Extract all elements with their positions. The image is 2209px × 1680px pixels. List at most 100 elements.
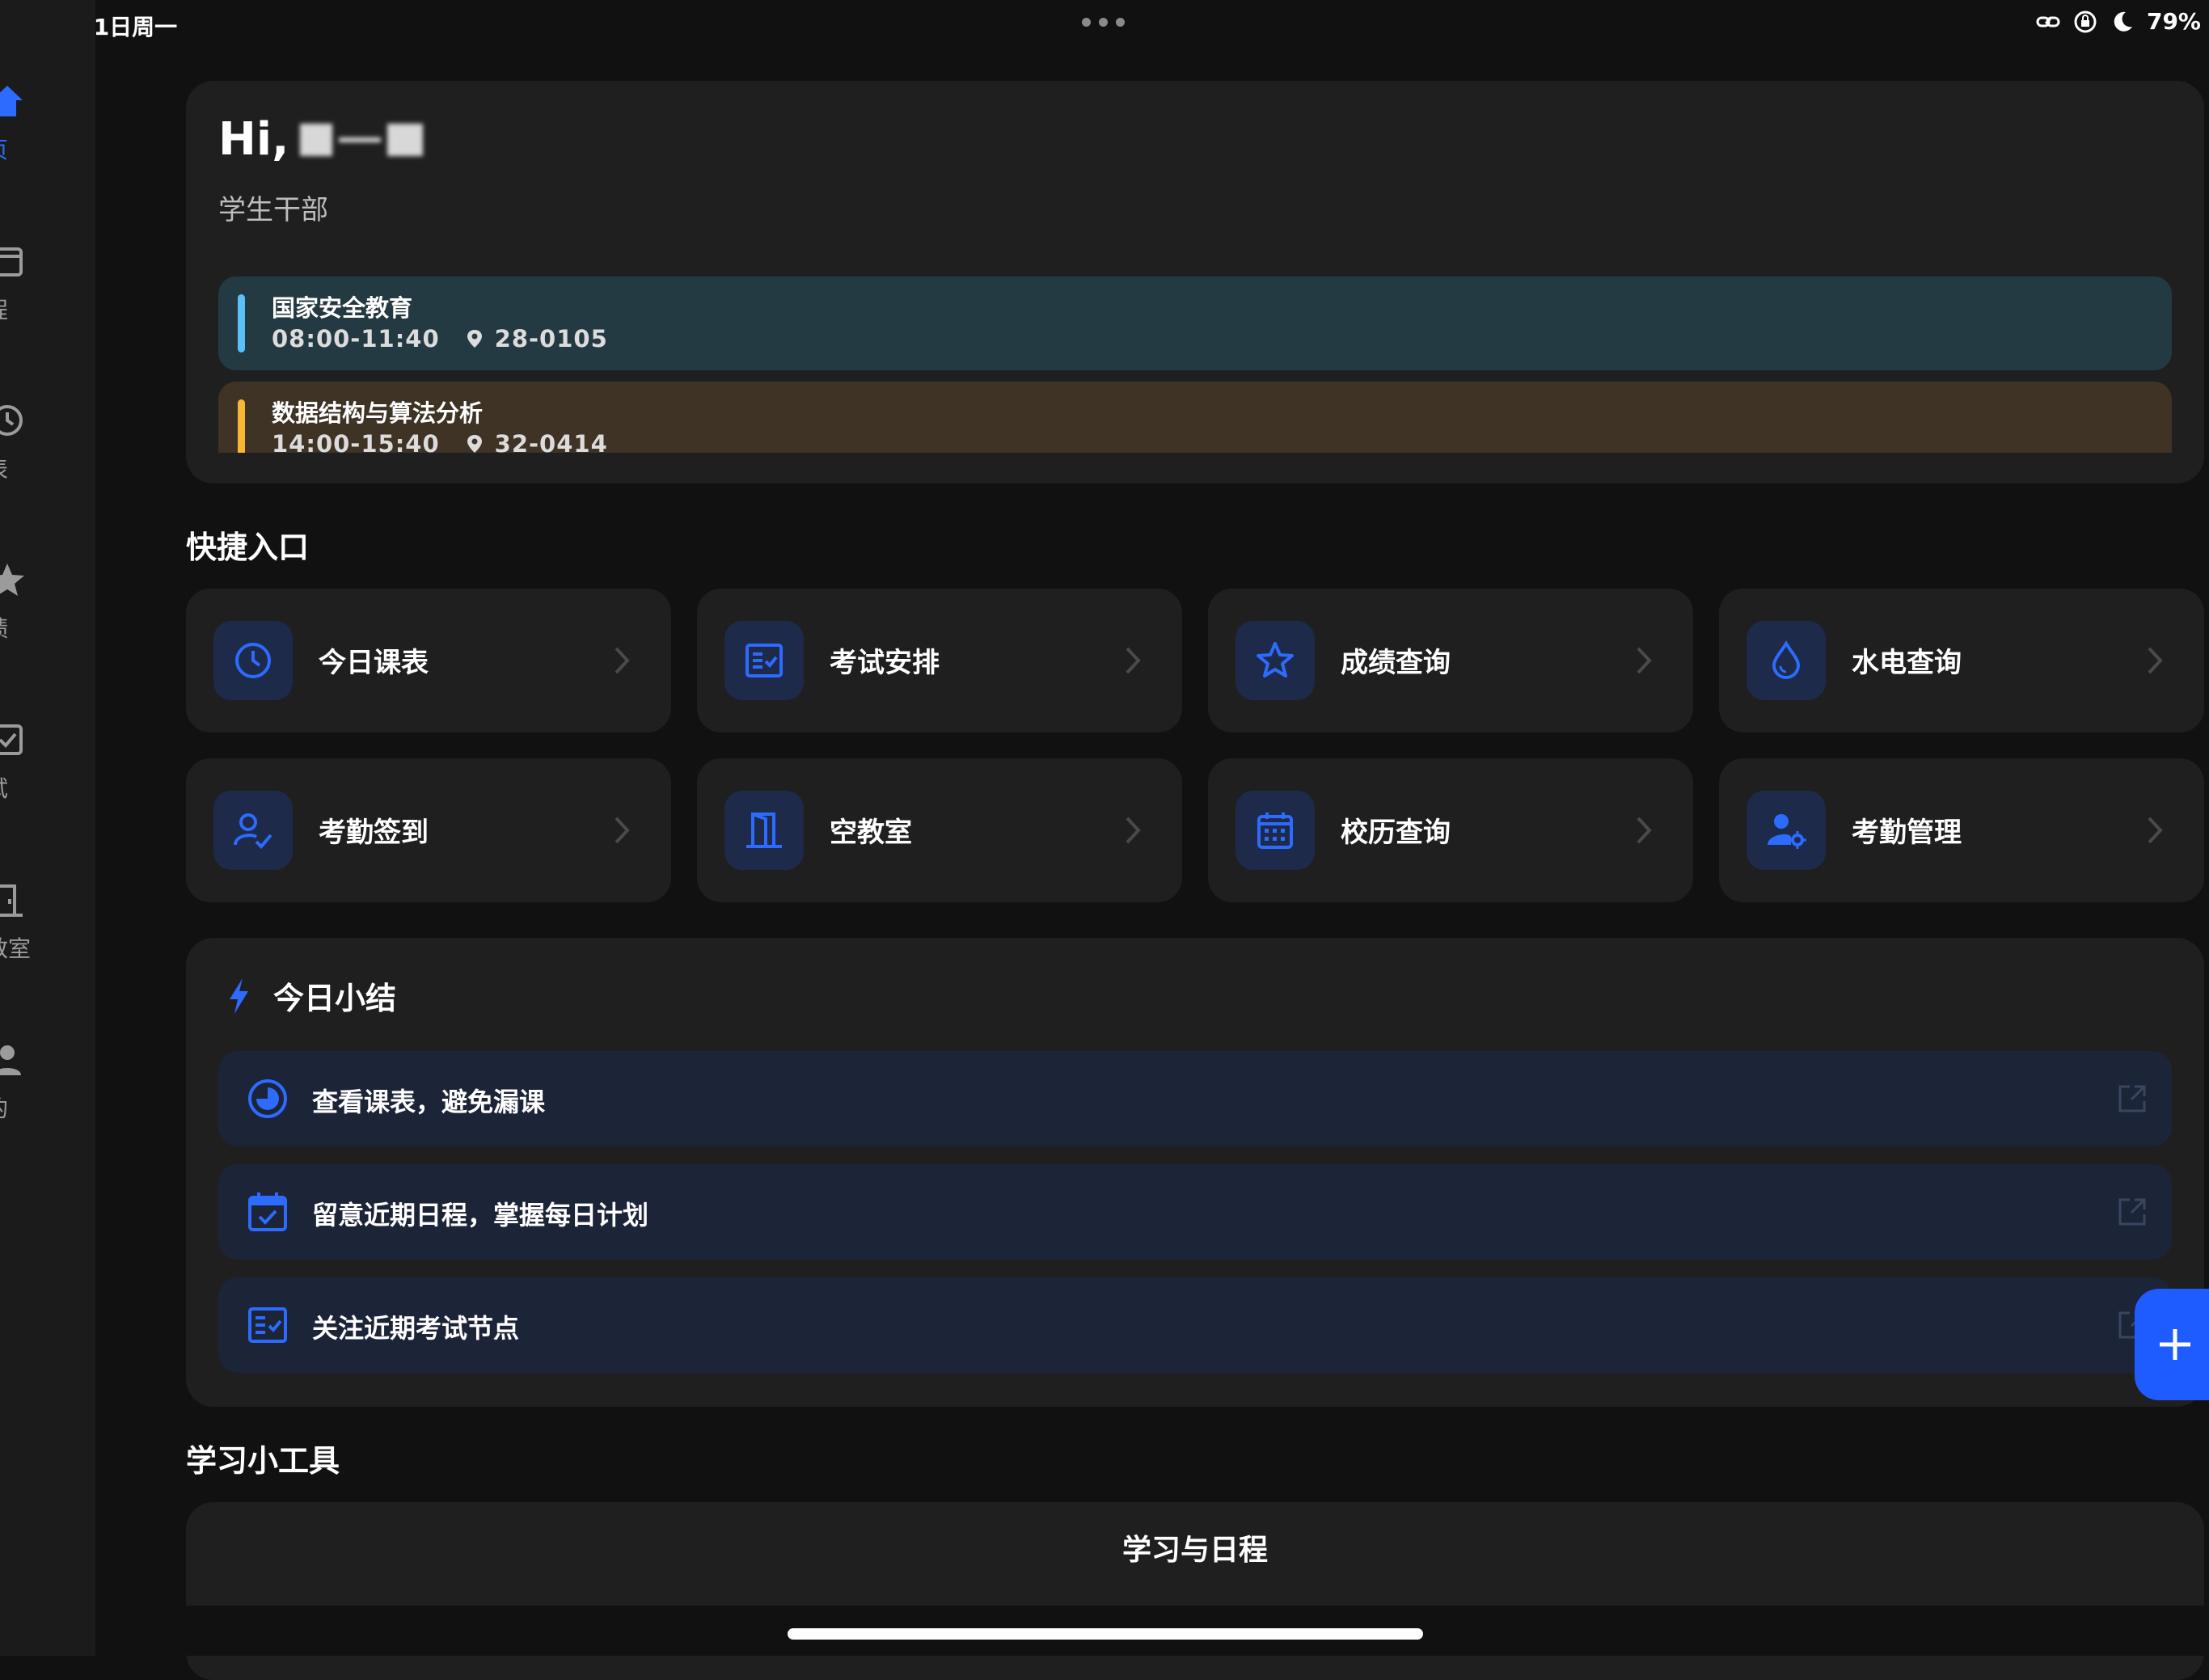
home-indicator[interactable]: [788, 1628, 1423, 1640]
summary-item-text: 查看课表，避免漏课: [312, 1087, 546, 1117]
rotation-lock-icon: [2074, 11, 2097, 32]
sidebar-item-grades[interactable]: 绩: [0, 561, 89, 658]
sidebar: 页 程 表 绩 试 教室 的: [0, 0, 95, 1656]
door-icon: [0, 884, 23, 917]
quick-item-grades[interactable]: 成绩查询: [1208, 589, 1693, 732]
plus-icon: [2160, 1329, 2190, 1360]
chevron-right-icon: [2148, 817, 2163, 844]
chevron-right-icon: [1637, 647, 1652, 674]
location-pin-icon: [467, 435, 482, 453]
quick-item-label: 空教室: [830, 817, 912, 849]
sidebar-item-label: 的: [0, 1091, 8, 1124]
quick-item-label: 今日课表: [319, 647, 429, 679]
quick-item-attendance-management[interactable]: 考勤管理: [1719, 758, 2204, 902]
sidebar-item-home[interactable]: 页: [0, 82, 89, 179]
qa-icon-box: [213, 791, 293, 870]
daily-summary-header: 今日小结: [226, 973, 396, 1018]
summary-item-text: 关注近期考试节点: [312, 1313, 520, 1344]
battery-percent: 79%: [2146, 8, 2201, 35]
quick-item-school-calendar[interactable]: 校历查询: [1208, 758, 1693, 902]
user-gear-icon: [1768, 814, 1806, 849]
chevron-right-icon: [615, 817, 630, 844]
exam-icon: [248, 1307, 287, 1343]
quick-item-exam-schedule[interactable]: 考试安排: [697, 589, 1182, 732]
quick-item-attendance-checkin[interactable]: 考勤签到: [186, 758, 671, 902]
sidebar-item-profile[interactable]: 的: [0, 1041, 89, 1138]
sidebar-item-label: 试: [0, 771, 8, 804]
link-icon: [2036, 16, 2060, 27]
star-icon: [1257, 642, 1294, 677]
quick-item-label: 考勤签到: [319, 817, 429, 849]
qa-icon-box: [1235, 791, 1315, 870]
summary-item[interactable]: 关注近期考试节点: [218, 1277, 2172, 1373]
sidebar-item-label: 程: [0, 293, 8, 325]
course-meta: 14:00-15:40 32-0414: [272, 430, 608, 453]
course-room: 32-0414: [494, 430, 608, 453]
clock-icon: [0, 405, 23, 436]
course-time: 08:00-11:40: [272, 325, 440, 352]
home-icon: [0, 86, 23, 116]
sidebar-item-schedule[interactable]: 程: [0, 243, 89, 340]
blurred-username: [300, 123, 424, 156]
course-name: 数据结构与算法分析: [272, 399, 484, 427]
quick-item-utilities[interactable]: 水电查询: [1719, 589, 2204, 732]
qa-icon-box: [724, 621, 804, 700]
greeting-hi: Hi,: [218, 113, 289, 166]
sidebar-item-timetable[interactable]: 表: [0, 402, 89, 499]
chevron-right-icon: [1126, 647, 1141, 674]
exam-icon: [745, 644, 783, 677]
multitasking-dots-icon[interactable]: [1082, 18, 1125, 27]
greeting-card: Hi, 学生干部 国家安全教育 08:00-11:40 28-0105 数据结构…: [186, 81, 2204, 483]
chevron-right-icon: [1126, 817, 1141, 844]
checkbox-icon: [0, 724, 23, 755]
qa-icon-box: [724, 791, 804, 870]
chevron-right-icon: [615, 647, 630, 674]
daily-summary-card: 今日小结 查看课表，避免漏课 留意近期日程，掌握每日计划 关注近期考试节点: [186, 938, 2204, 1407]
course-color-bar: [238, 294, 245, 352]
course-item[interactable]: 国家安全教育 08:00-11:40 28-0105: [218, 276, 2172, 370]
moon-icon: [2114, 11, 2132, 32]
qa-icon-box: [213, 621, 293, 700]
sidebar-item-classroom[interactable]: 教室: [0, 881, 89, 978]
quick-access-title: 快捷入口: [186, 530, 310, 565]
summary-item[interactable]: 查看课表，避免漏课: [218, 1051, 2172, 1146]
quick-item-empty-classroom[interactable]: 空教室: [697, 758, 1182, 902]
add-button[interactable]: [2135, 1289, 2209, 1400]
course-room: 28-0105: [494, 325, 608, 352]
course-color-bar: [238, 399, 245, 453]
quick-item-label: 成绩查询: [1341, 647, 1451, 679]
external-link-icon: [2118, 1085, 2146, 1112]
door-icon: [746, 813, 782, 848]
star-icon: [0, 564, 24, 596]
quick-item-label: 校历查询: [1341, 817, 1451, 849]
person-icon: [0, 1045, 21, 1075]
clock-icon: [235, 643, 271, 678]
qa-icon-box: [1747, 791, 1826, 870]
course-meta: 08:00-11:40 28-0105: [272, 325, 608, 352]
sidebar-item-label: 页: [0, 133, 8, 165]
daily-summary-title: 今日小结: [273, 981, 397, 1016]
user-check-icon: [234, 813, 272, 849]
calendar-check-icon: [248, 1192, 287, 1231]
qa-icon-box: [1235, 621, 1315, 700]
study-tools-title: 学习小工具: [186, 1443, 340, 1479]
quick-item-label: 考试安排: [830, 647, 940, 679]
summary-item[interactable]: 留意近期日程，掌握每日计划: [218, 1164, 2172, 1260]
status-indicators: 79%: [2035, 8, 2201, 35]
course-name: 国家安全教育: [272, 294, 413, 322]
summary-item-text: 留意近期日程，掌握每日计划: [312, 1200, 649, 1230]
today-course-list: 国家安全教育 08:00-11:40 28-0105 数据结构与算法分析 14:…: [218, 276, 2172, 453]
pie-clock-icon: [248, 1079, 287, 1118]
quick-item-label: 考勤管理: [1852, 817, 1962, 849]
course-item[interactable]: 数据结构与算法分析 14:00-15:40 32-0414: [218, 382, 2172, 453]
user-role: 学生干部: [218, 194, 328, 226]
status-bar: 5 12月1日周一 79%: [0, 0, 2209, 49]
sidebar-item-label: 绩: [0, 611, 8, 644]
sidebar-item-label: 表: [0, 452, 8, 484]
quick-item-today-schedule[interactable]: 今日课表: [186, 589, 671, 732]
chevron-right-icon: [2148, 647, 2163, 674]
sidebar-item-exams[interactable]: 试: [0, 721, 89, 818]
water-drop-icon: [1772, 640, 1801, 679]
location-pin-icon: [467, 330, 482, 348]
greeting-title: Hi,: [218, 113, 424, 166]
